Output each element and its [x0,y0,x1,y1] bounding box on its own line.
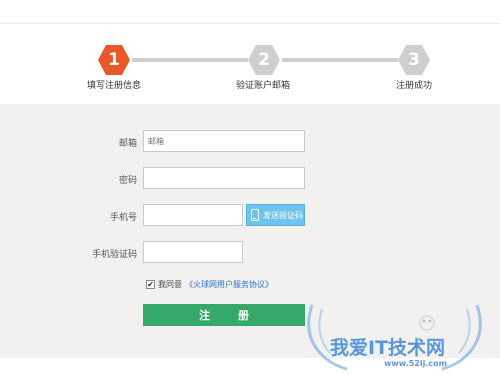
watermark-title: 我爱IT技术网 [330,337,446,359]
terms-link[interactable]: 《火球网用户服务协议》 [185,279,273,290]
phone-field[interactable] [143,204,243,226]
step-connector-1 [132,58,248,62]
watermark-url: www.52ij.com [384,359,447,368]
step-3-badge: 3 [398,44,430,76]
step-1-label: 填写注册信息 [87,81,142,91]
step-2-number: 2 [258,50,270,70]
send-sms-code-button[interactable]: 发送验证码 [246,204,305,226]
watermark-logo: 我爱IT技术网 www.52ij.com [292,295,497,373]
email-label: 邮箱 [118,139,137,149]
step-2-label: 验证账户邮箱 [236,81,291,91]
step-2-badge: 2 [248,44,280,76]
registration-steps: 1 填写注册信息 2 验证账户邮箱 3 注册成功 [0,24,500,104]
sms-code-field[interactable] [143,241,243,263]
password-field[interactable] [143,167,305,189]
email-field[interactable] [143,130,305,152]
step-1-badge: 1 [98,44,130,76]
phone-icon [251,209,259,221]
send-sms-code-label: 发送验证码 [263,210,303,220]
agree-text: 我同意 [158,280,182,289]
sms-code-label: 手机验证码 [91,250,137,260]
top-bar [0,0,500,24]
agreement-row: ✔ 我同意 《火球网用户服务协议》 [146,279,273,290]
password-label: 密码 [118,176,137,186]
step-3-label: 注册成功 [396,81,433,91]
step-1-number: 1 [108,50,120,70]
agree-checkbox[interactable]: ✔ [146,280,155,289]
phone-label: 手机号 [109,213,137,223]
register-button[interactable]: 注册 [143,304,305,326]
step-connector-2 [282,58,398,62]
register-button-label: 注册 [199,309,277,322]
step-3-number: 3 [408,50,420,70]
